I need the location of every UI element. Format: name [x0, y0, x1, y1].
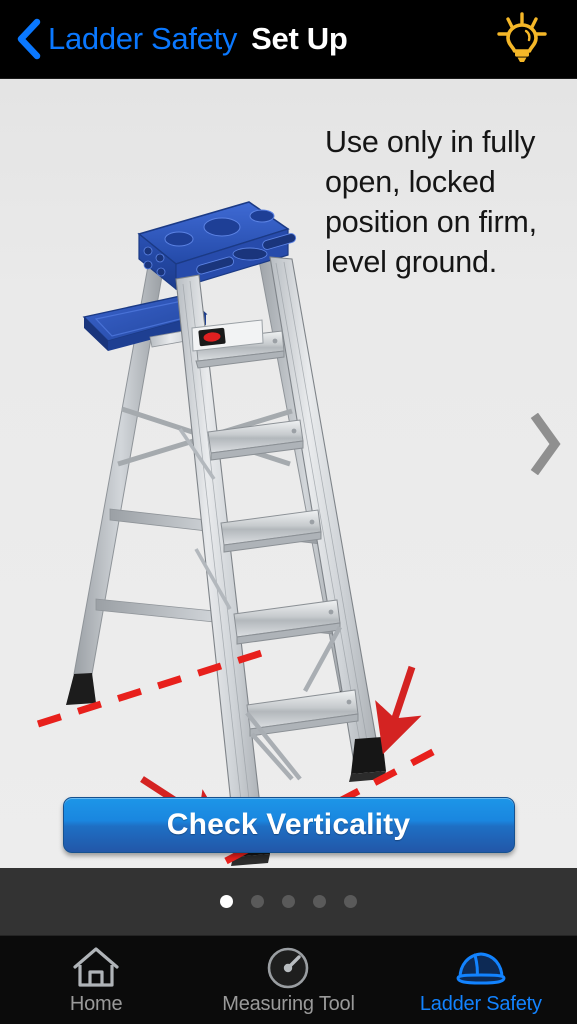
- tab-home[interactable]: Home: [0, 936, 192, 1024]
- page-dot-1[interactable]: [220, 895, 233, 908]
- tab-ladder-safety[interactable]: Ladder Safety: [385, 936, 577, 1024]
- next-slide-button[interactable]: [521, 409, 569, 479]
- page-title: Set Up: [251, 21, 348, 56]
- hard-hat-icon: [454, 944, 508, 992]
- page-dot-3[interactable]: [282, 895, 295, 908]
- gauge-icon: [263, 944, 313, 992]
- page-dot-5[interactable]: [344, 895, 357, 908]
- slide-content: Use only in fully open, locked position …: [0, 79, 577, 868]
- app-screen: Ladder Safety Set Up Use only in fully o…: [0, 0, 577, 1024]
- check-verticality-button[interactable]: Check Verticality: [62, 797, 515, 853]
- arrow-right-foot: [375, 665, 422, 755]
- page-indicator: [0, 868, 577, 935]
- navigation-bar: Ladder Safety Set Up: [0, 0, 577, 79]
- chevron-right-icon: [530, 413, 561, 475]
- back-button-label[interactable]: Ladder Safety: [48, 21, 237, 57]
- page-dot-4[interactable]: [313, 895, 326, 908]
- lightbulb-icon: [497, 12, 547, 62]
- hint-button[interactable]: [489, 6, 555, 72]
- back-button[interactable]: [12, 17, 46, 61]
- tab-ladder-safety-label: Ladder Safety: [419, 993, 542, 1015]
- instruction-text: Use only in fully open, locked position …: [325, 125, 537, 279]
- tab-home-label: Home: [69, 993, 123, 1015]
- cta-container: Check Verticality: [0, 797, 577, 853]
- home-icon: [71, 944, 121, 992]
- tab-measuring-tool[interactable]: Measuring Tool: [192, 936, 384, 1024]
- page-dot-2[interactable]: [251, 895, 264, 908]
- tab-bar: Home Measuring Tool Ladder Safety: [0, 935, 577, 1024]
- chevron-left-icon: [17, 18, 41, 60]
- tab-measuring-tool-label: Measuring Tool: [222, 993, 355, 1015]
